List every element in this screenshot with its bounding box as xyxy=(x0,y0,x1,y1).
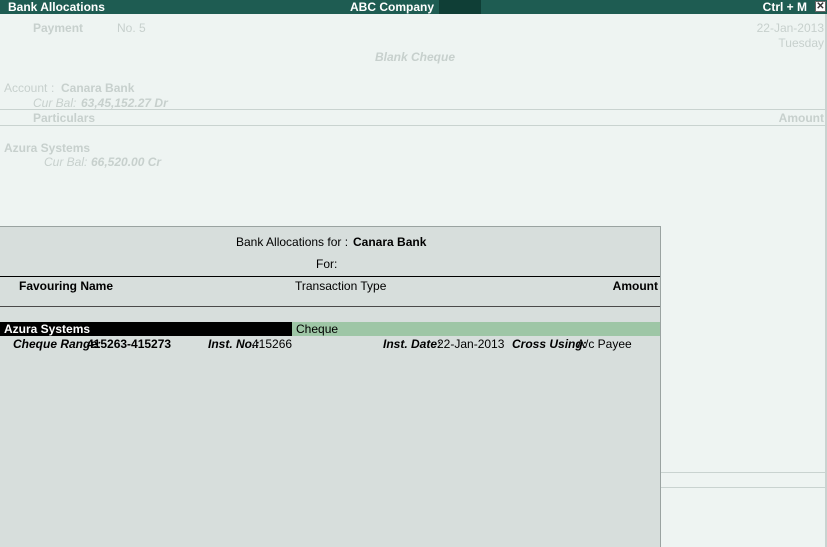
window-title: Bank Allocations xyxy=(8,0,105,14)
voucher-type: Payment xyxy=(33,21,84,35)
col-amount: Amount xyxy=(778,111,824,125)
account-name: Canara Bank xyxy=(61,81,135,95)
inst-no-field[interactable]: 415266 xyxy=(252,337,292,351)
header-bottom-line xyxy=(0,125,827,126)
shortcut-hint: Ctrl + M xyxy=(762,0,807,14)
footer-line-2 xyxy=(660,487,827,488)
account-cur-bal-label: Cur Bal: xyxy=(33,96,77,110)
favouring-name-field[interactable]: Azura Systems xyxy=(0,322,292,336)
voucher-date: 22-Jan-2013 xyxy=(756,21,824,35)
for-label: For: xyxy=(316,257,338,271)
header-top-line xyxy=(0,109,827,110)
voucher-day: Tuesday xyxy=(778,36,824,50)
ledger-name: Azura Systems xyxy=(4,141,91,155)
company-name: ABC Company xyxy=(349,0,434,14)
columns-bottom-separator xyxy=(0,306,660,307)
voucher-number: No. 5 xyxy=(117,21,146,35)
cross-using-field[interactable]: A/c Payee xyxy=(577,337,632,351)
col-amount-header: Amount xyxy=(612,279,658,293)
inst-date-label: Inst. Date: xyxy=(383,337,442,351)
account-colon: : xyxy=(51,81,55,95)
inst-date-field[interactable]: 22-Jan-2013 xyxy=(437,337,504,351)
title-bar: Bank Allocations ABC Company Ctrl + M ✕ xyxy=(0,0,827,14)
bank-allocations-dialog: Bank Allocations for : Canara Bank For: … xyxy=(0,226,661,547)
account-cur-bal: 63,45,152.27 Dr xyxy=(81,96,168,110)
payment-mode: Blank Cheque xyxy=(375,50,456,64)
account-label: Account xyxy=(4,81,48,95)
footer-line-1 xyxy=(660,472,827,473)
cheque-range-value: 415263-415273 xyxy=(87,337,172,351)
cross-using-label: Cross Using: xyxy=(512,337,587,351)
close-icon[interactable]: ✕ xyxy=(815,1,826,12)
col-particulars: Particulars xyxy=(33,111,96,125)
title-tab xyxy=(439,0,481,14)
col-favouring-name: Favouring Name xyxy=(19,279,114,293)
dialog-heading-bank: Canara Bank xyxy=(353,235,427,249)
columns-top-separator xyxy=(0,276,660,277)
ledger-cur-bal: 66,520.00 Cr xyxy=(91,155,162,169)
ledger-cur-bal-label: Cur Bal: xyxy=(44,155,88,169)
col-transaction-type: Transaction Type xyxy=(295,279,387,293)
transaction-type-field[interactable]: Cheque xyxy=(292,322,660,336)
dialog-heading-label: Bank Allocations for : xyxy=(236,235,349,249)
